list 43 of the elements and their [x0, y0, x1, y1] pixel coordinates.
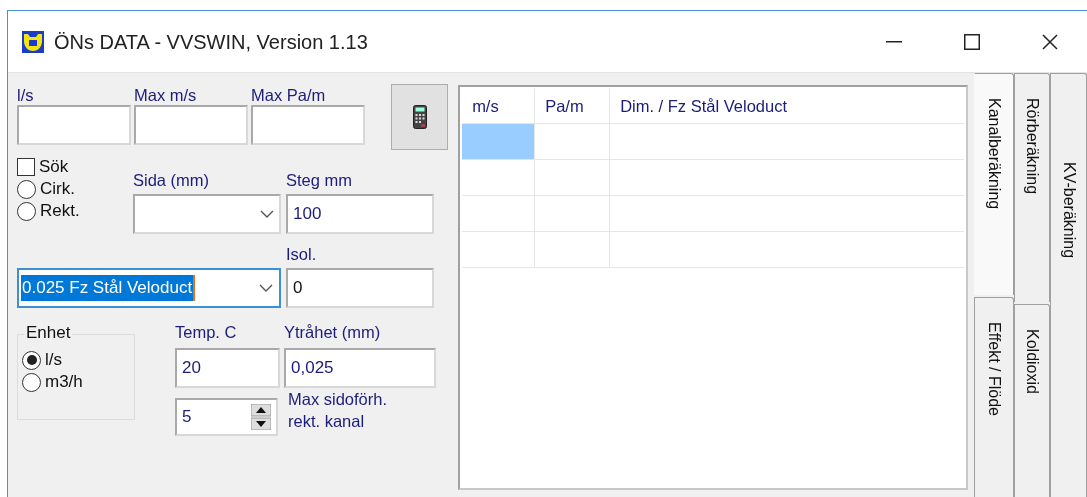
- close-icon: [1042, 33, 1058, 50]
- field-label: Max m/s: [134, 85, 198, 105]
- radio-option[interactable]: l/s: [22, 349, 62, 371]
- field-label: Ytråhet (mm): [284, 322, 382, 342]
- field-label: Steg mm: [286, 170, 354, 190]
- radio-option[interactable]: m3/h: [22, 371, 83, 393]
- window-title: ÖNs DATA - VVSWIN, Version 1.13: [54, 29, 368, 55]
- chevron-down-icon: [260, 210, 274, 218]
- field-label: Max Pa/m: [251, 85, 327, 105]
- material-dropdown[interactable]: 0.025 Fz Stål Veloduct: [17, 268, 281, 308]
- search-checkbox[interactable]: Sök: [17, 156, 133, 178]
- spinner-field[interactable]: 5: [175, 398, 278, 436]
- grid-cell[interactable]: [462, 124, 536, 159]
- side-tab[interactable]: Rörberäkning: [1014, 73, 1050, 302]
- radio-option[interactable]: Cirk.: [17, 178, 133, 200]
- side-tab[interactable]: Koldioxid: [1014, 304, 1050, 497]
- field-label: l/s: [17, 85, 35, 105]
- field-label: Sida (mm): [133, 170, 211, 190]
- dropdown-field[interactable]: [133, 194, 281, 234]
- input-field[interactable]: [17, 105, 131, 145]
- input-field[interactable]: 20: [175, 348, 280, 388]
- input-field[interactable]: 0: [286, 268, 434, 308]
- calculator-button[interactable]: [391, 84, 448, 150]
- radio-option[interactable]: Rekt.: [17, 200, 133, 222]
- field-label: Temp. C: [175, 322, 238, 342]
- input-field[interactable]: 100: [286, 194, 434, 234]
- minimize-icon: [886, 40, 902, 43]
- input-field[interactable]: [134, 105, 248, 145]
- input-field[interactable]: [251, 105, 365, 145]
- side-tab[interactable]: Effekt / Flöde: [974, 297, 1014, 497]
- input-field[interactable]: 0,025: [284, 348, 436, 388]
- spin-arrows-icon: [251, 404, 271, 430]
- emblem-icon: [22, 30, 44, 53]
- column-header: m/s: [462, 89, 536, 123]
- column-header: Pa/m: [535, 89, 611, 123]
- side-tab[interactable]: Kanalberäkning: [974, 73, 1014, 295]
- maximize-icon: [964, 33, 980, 50]
- field-label: Isol.: [286, 244, 318, 264]
- chevron-down-icon: [259, 284, 273, 292]
- calculator-icon: [412, 105, 427, 129]
- field-label: Max sidoförh. rekt. kanal: [288, 389, 388, 432]
- column-header: Dim. / Fz Stål Veloduct: [619, 95, 789, 117]
- side-tab[interactable]: KV-beräkning: [1050, 73, 1087, 497]
